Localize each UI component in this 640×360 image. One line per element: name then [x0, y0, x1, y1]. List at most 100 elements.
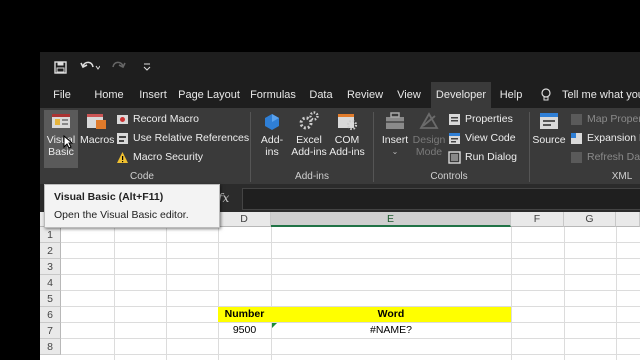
ribbon: Visual Basic Macros Record Macro Use Rel…: [40, 108, 640, 184]
save-icon[interactable]: [52, 59, 68, 75]
properties-button[interactable]: Properties: [448, 110, 513, 128]
gridline: [61, 290, 640, 291]
tab-help[interactable]: Help: [496, 82, 526, 108]
gridline: [61, 338, 640, 339]
properties-icon: [448, 113, 461, 126]
macro-security-button[interactable]: Macro Security: [116, 148, 203, 166]
macro-security-label: Macro Security: [133, 151, 204, 163]
excel-add-ins-button[interactable]: Excel Add-ins: [290, 110, 328, 168]
tab-view[interactable]: View: [394, 82, 424, 108]
worksheet-grid[interactable]: A B C D E F G 1 2 3 4 5 6 7 8 Number Wor…: [40, 212, 640, 360]
properties-label: Properties: [465, 113, 513, 125]
redo-icon[interactable]: [108, 59, 132, 75]
code-group-label: Code: [130, 171, 154, 182]
record-macro-button[interactable]: Record Macro: [116, 110, 199, 128]
customize-icon[interactable]: [140, 59, 154, 75]
tooltip-body: Open the Visual Basic editor.: [54, 209, 189, 221]
excel-window: File Home Insert Page Layout Formulas Da…: [40, 52, 640, 360]
row-header-2[interactable]: 2: [40, 243, 61, 259]
run-dialog-button[interactable]: Run Dialog: [448, 148, 517, 166]
macros-icon: [87, 114, 106, 129]
column-header-d[interactable]: D: [218, 212, 271, 227]
mouse-cursor-icon: [63, 135, 73, 149]
tab-file[interactable]: File: [48, 82, 76, 108]
view-code-button[interactable]: View Code: [448, 129, 516, 147]
column-header-f[interactable]: F: [511, 212, 564, 227]
tell-me-search[interactable]: Tell me what you: [562, 82, 640, 108]
cell-d6[interactable]: Number: [218, 307, 271, 322]
refresh-data-button: Refresh Data: [570, 148, 640, 166]
gridline: [218, 227, 219, 360]
row-header-1[interactable]: 1: [40, 227, 61, 243]
run-dialog-icon: [448, 150, 461, 164]
error-indicator-icon: [272, 323, 277, 328]
view-code-icon: [448, 132, 461, 145]
com-add-ins-icon: [338, 114, 358, 131]
expansion-packs-icon: [570, 132, 583, 145]
gridline: [61, 354, 640, 355]
row-header-4[interactable]: 4: [40, 275, 61, 291]
column-header-partial[interactable]: [616, 212, 640, 227]
record-macro-label: Record Macro: [133, 113, 199, 125]
tab-data[interactable]: Data: [306, 82, 336, 108]
relative-references-icon: [116, 132, 129, 145]
refresh-icon: [570, 151, 583, 164]
macros-button[interactable]: Macros: [80, 110, 114, 168]
gridline: [166, 227, 167, 360]
expansion-packs-button[interactable]: Expansion Pa: [570, 129, 640, 147]
gridline: [271, 227, 272, 360]
run-dialog-label: Run Dialog: [465, 151, 517, 163]
tab-review[interactable]: Review: [344, 82, 386, 108]
row-header-5[interactable]: 5: [40, 291, 61, 307]
record-macro-icon: [116, 113, 129, 126]
tab-developer[interactable]: Developer: [431, 82, 491, 108]
column-header-e[interactable]: E: [271, 212, 511, 227]
undo-icon[interactable]: [78, 59, 102, 75]
formula-input[interactable]: [242, 188, 640, 210]
quick-access-toolbar: [40, 52, 640, 82]
row-header-6[interactable]: 6: [40, 307, 61, 323]
map-properties-button: Map Properti: [570, 110, 640, 128]
gridline: [114, 227, 115, 360]
gridline: [511, 227, 512, 360]
excel-add-ins-label: Excel Add-ins: [291, 134, 327, 158]
source-label: Source: [532, 134, 566, 146]
row-header-8[interactable]: 8: [40, 339, 61, 355]
add-ins-group-label: Add-ins: [295, 171, 329, 182]
column-header-g[interactable]: G: [564, 212, 616, 227]
toolbox-icon: [386, 112, 404, 129]
xml-source-icon: [540, 113, 558, 129]
controls-group-label: Controls: [430, 171, 468, 182]
chevron-down-icon: ⌄: [391, 147, 399, 156]
tab-home[interactable]: Home: [90, 82, 128, 108]
map-properties-icon: [570, 113, 583, 126]
xml-group-label: XML: [611, 171, 633, 182]
cell-e6[interactable]: Word: [271, 307, 511, 322]
gear-icon: [299, 111, 319, 130]
com-add-ins-label: COM Add-ins: [329, 134, 365, 158]
group-divider: [373, 112, 374, 182]
tab-insert[interactable]: Insert: [136, 82, 170, 108]
tooltip: Visual Basic (Alt+F11) Open the Visual B…: [44, 184, 220, 228]
gridline: [564, 227, 565, 360]
gridline: [616, 227, 617, 360]
source-button[interactable]: Source: [532, 110, 566, 168]
row-header-3[interactable]: 3: [40, 259, 61, 275]
cell-e7[interactable]: #NAME?: [271, 323, 511, 338]
com-add-ins-button[interactable]: COM Add-ins: [328, 110, 366, 168]
cell-d7[interactable]: 9500: [218, 323, 271, 338]
tab-page-layout[interactable]: Page Layout: [178, 82, 240, 108]
map-properties-label: Map Properti: [587, 113, 640, 125]
design-mode-label: Design Mode: [412, 134, 446, 158]
add-ins-button[interactable]: Add- ins: [254, 110, 290, 168]
tooltip-title: Visual Basic (Alt+F11): [54, 191, 164, 203]
ribbon-tabs: File Home Insert Page Layout Formulas Da…: [40, 82, 640, 108]
group-divider: [529, 112, 530, 182]
insert-control-button[interactable]: Insert ⌄: [378, 110, 412, 168]
tab-formulas[interactable]: Formulas: [247, 82, 299, 108]
use-relative-references-button[interactable]: Use Relative References: [116, 129, 249, 147]
design-mode-button: Design Mode: [412, 110, 446, 168]
lightbulb-icon: [540, 88, 552, 105]
row-header-7[interactable]: 7: [40, 323, 61, 339]
gridline: [61, 274, 640, 275]
